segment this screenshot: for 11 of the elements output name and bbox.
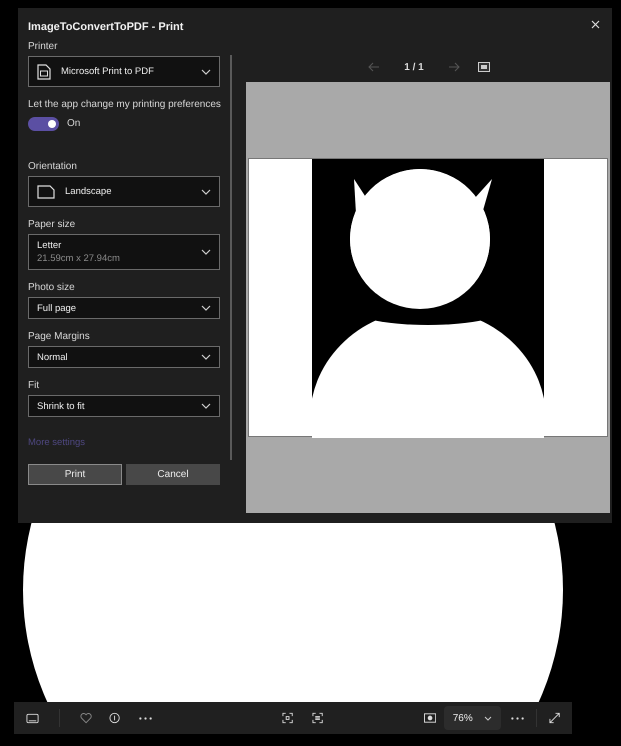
more-icon[interactable]	[139, 716, 152, 720]
chevron-down-icon	[484, 716, 492, 720]
more-icon[interactable]	[510, 716, 524, 720]
expand-icon[interactable]	[548, 712, 560, 724]
info-icon[interactable]	[109, 712, 120, 724]
text-scan-icon[interactable]	[312, 712, 324, 724]
crop-icon[interactable]	[282, 712, 294, 724]
heart-icon[interactable]	[80, 712, 92, 724]
close-icon[interactable]	[591, 20, 600, 29]
zoom-dropdown[interactable]: 76%	[444, 706, 501, 730]
fit-view-icon[interactable]	[424, 713, 436, 723]
